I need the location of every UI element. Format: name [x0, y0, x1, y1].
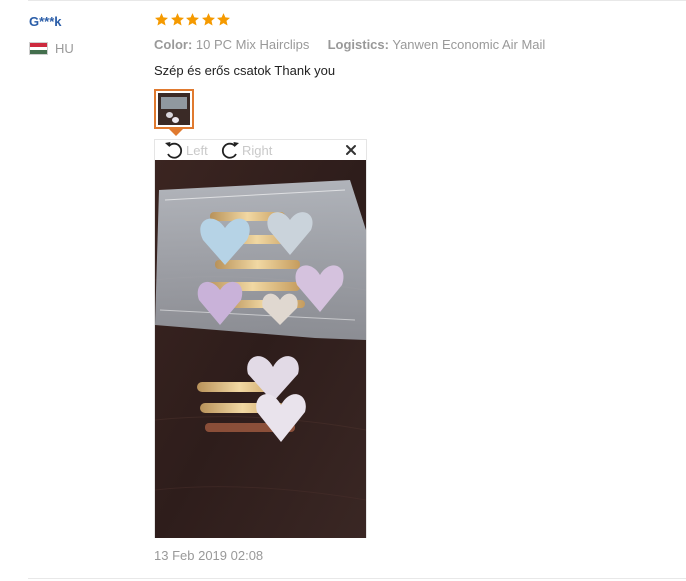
thumbnail-pointer — [169, 129, 183, 136]
logistics-value: Yanwen Economic Air Mail — [392, 37, 546, 52]
star-icon — [201, 13, 215, 26]
bottom-divider — [28, 578, 686, 579]
review-photo-thumbnail[interactable] — [154, 89, 194, 129]
rotate-left-button[interactable]: Left — [163, 140, 208, 160]
color-label: Color: — [154, 37, 193, 52]
rotate-left-icon — [165, 142, 183, 159]
reviewer-name: G***k — [29, 14, 62, 29]
review-text: Szép és erős csatok Thank you — [154, 63, 336, 78]
close-viewer-button[interactable] — [344, 143, 358, 157]
top-divider — [28, 0, 686, 1]
rotate-right-button[interactable]: Right — [219, 140, 272, 160]
review-date: 13 Feb 2019 02:08 — [154, 548, 264, 563]
close-icon — [346, 145, 356, 155]
star-icon — [217, 13, 230, 26]
rotate-right-label: Right — [242, 142, 273, 158]
rotate-right-icon — [221, 142, 239, 159]
star-icon — [186, 13, 199, 26]
thumbnail-image — [158, 93, 190, 125]
star-rating — [154, 12, 232, 32]
review-photo — [155, 160, 366, 538]
hairclips-photo-image — [155, 160, 366, 538]
viewer-toolbar: Left Right — [155, 140, 366, 160]
logistics-label: Logistics: — [327, 37, 389, 52]
reviewer-country: HU — [55, 41, 74, 56]
color-value: 10 PC Mix Hairclips — [195, 37, 310, 52]
photo-viewer: Left Right — [154, 139, 367, 538]
hungary-flag-icon — [29, 42, 48, 55]
star-icon — [155, 13, 168, 26]
order-meta: Color: 10 PC Mix Hairclips Logistics: Ya… — [154, 37, 545, 52]
rotate-left-label: Left — [186, 142, 208, 158]
star-icon — [170, 13, 184, 26]
